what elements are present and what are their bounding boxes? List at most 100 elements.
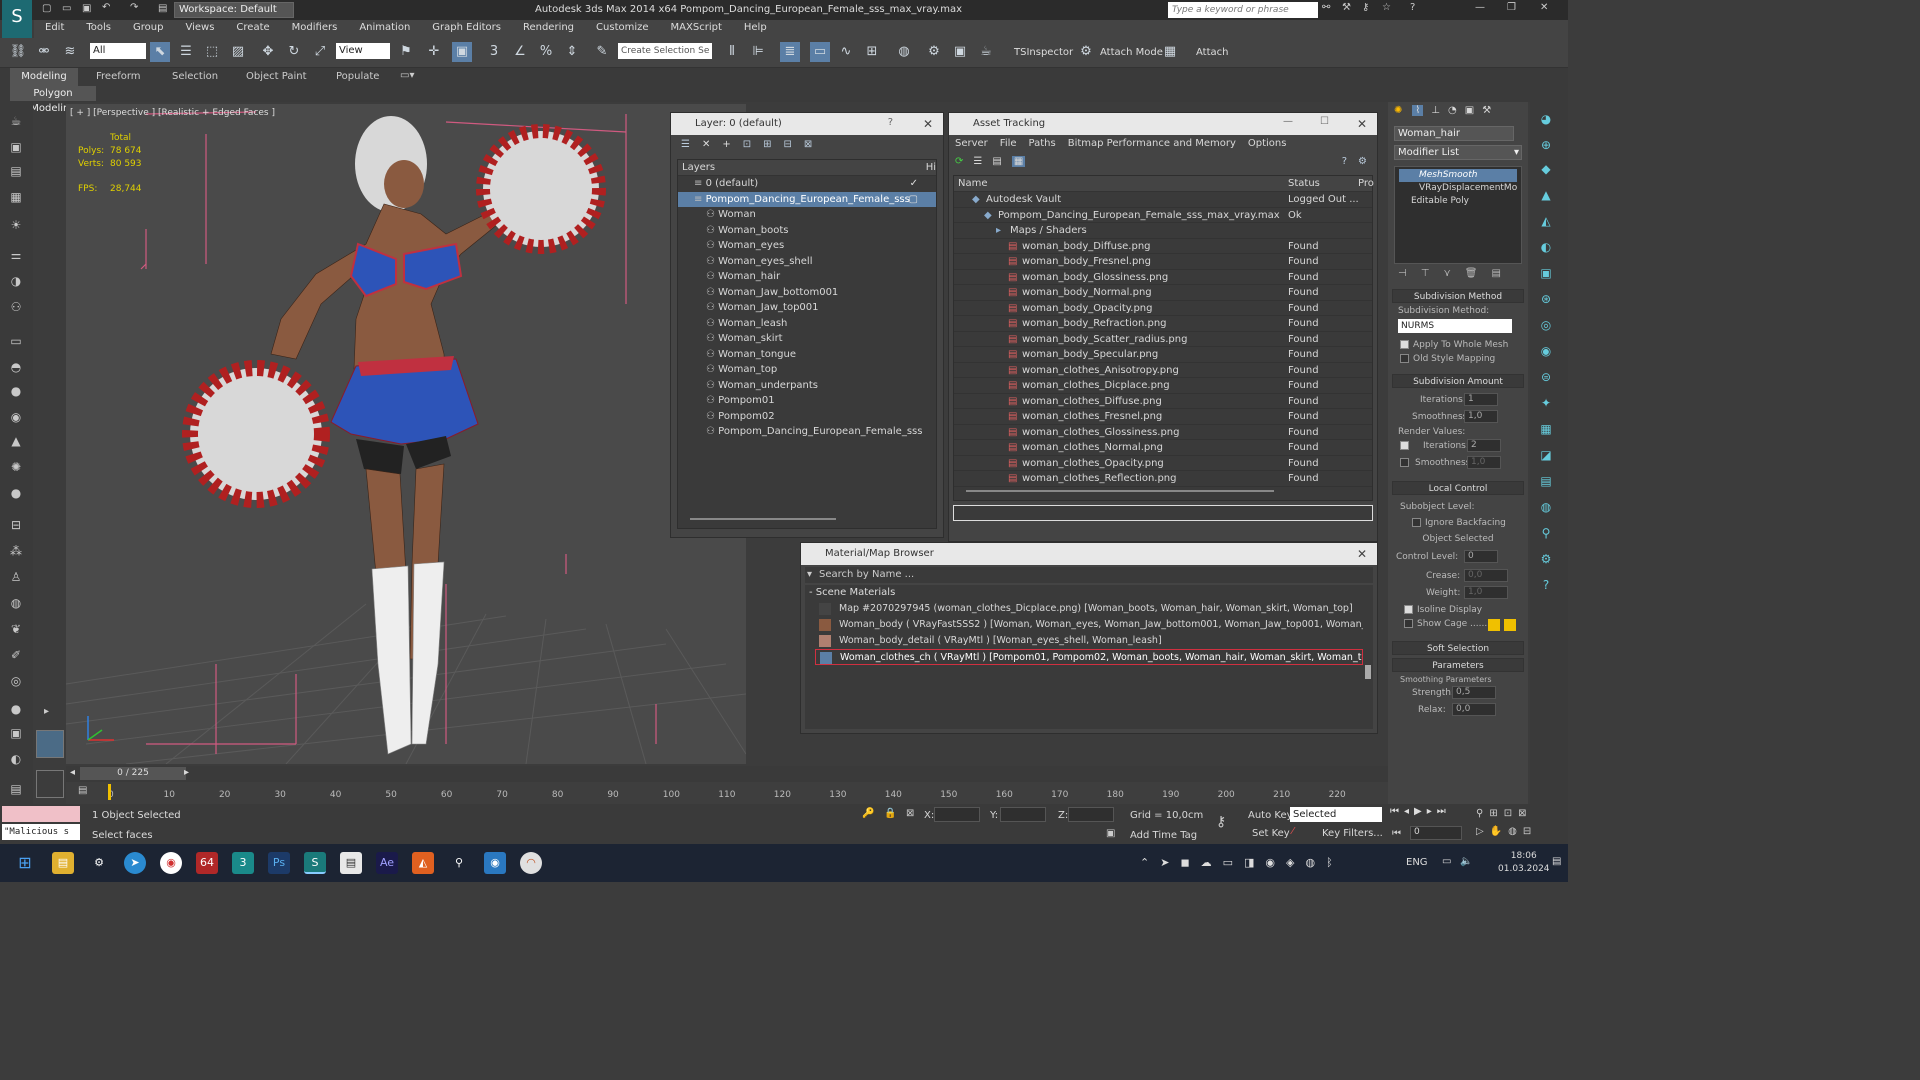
rotate-icon[interactable]: ↻: [284, 42, 304, 62]
asset-menu-paths[interactable]: Paths: [1029, 138, 1056, 149]
scene-materials-section[interactable]: - Scene Materials: [805, 585, 1373, 601]
binoculars-icon[interactable]: ⚯: [1322, 2, 1330, 13]
close-button[interactable]: ✕: [1540, 2, 1548, 13]
tab-object-paint[interactable]: Object Paint: [246, 71, 307, 82]
layers-column-header[interactable]: Layers: [682, 162, 715, 173]
layer-add-icon[interactable]: +: [722, 139, 730, 150]
time-next-icon[interactable]: ▸: [184, 767, 189, 778]
x-field[interactable]: [934, 807, 980, 822]
brave-icon[interactable]: ◭: [412, 852, 434, 874]
right-tool-18-icon[interactable]: ⚙: [1536, 552, 1556, 572]
material-item[interactable]: Woman_body ( VRayFastSSS2 ) [Woman, Woma…: [815, 617, 1363, 633]
z-field[interactable]: [1068, 807, 1114, 822]
move-icon[interactable]: ✥: [258, 42, 278, 62]
telegram-icon[interactable]: ➤: [124, 852, 146, 874]
asset-row[interactable]: ▤ woman_body_Opacity.png Found: [954, 301, 1372, 316]
layer-manager-icon[interactable]: ≣: [780, 42, 800, 62]
curve-editor-icon[interactable]: ∿: [836, 42, 856, 62]
light-icon[interactable]: ☀: [6, 218, 26, 238]
time-slider[interactable]: ◂ 0 / 225 ▸: [66, 766, 1388, 782]
spinner-snap-icon[interactable]: ⇕: [562, 42, 582, 62]
smoothness-spinner[interactable]: 1,0: [1464, 410, 1498, 423]
key-filters-button[interactable]: Key Filters...: [1322, 828, 1383, 839]
menu-animation[interactable]: Animation: [348, 20, 421, 35]
pan-icon[interactable]: ✋: [1490, 826, 1508, 837]
layer-delete-icon[interactable]: ✕: [702, 139, 710, 150]
dome-icon[interactable]: ◓: [6, 360, 26, 380]
asset-row[interactable]: ◆ Autodesk Vault Logged Out ...: [954, 192, 1372, 208]
auto-key-button[interactable]: Auto Key: [1248, 810, 1293, 821]
matbrowser-vscrollbar[interactable]: [1365, 665, 1371, 679]
layer-item[interactable]: ≡ 0 (default) ✓: [678, 176, 936, 192]
stack-meshsmooth[interactable]: MeshSmooth: [1399, 169, 1517, 182]
relax-spinner[interactable]: 0,0: [1452, 703, 1496, 716]
tray-chevron-icon[interactable]: ⌃: [1140, 856, 1160, 869]
app-icon[interactable]: ◠: [520, 852, 542, 874]
render-iterations-spinner[interactable]: 2: [1467, 439, 1501, 452]
current-frame-field[interactable]: 0: [1410, 826, 1462, 840]
right-tool-10-icon[interactable]: ◉: [1536, 344, 1556, 364]
figure-icon[interactable]: ♙: [6, 570, 26, 590]
rect-selection-icon[interactable]: ⬚: [202, 42, 222, 62]
save-icon[interactable]: ▣: [82, 3, 91, 14]
image-icon[interactable]: ▣: [6, 140, 26, 160]
crease-spinner[interactable]: 0,0: [1464, 569, 1508, 582]
maxscript-listener[interactable]: "Malicious s: [2, 824, 80, 840]
scale-icon[interactable]: ⤢: [310, 42, 330, 62]
right-tool-13-icon[interactable]: ▦: [1536, 422, 1556, 442]
iterations-spinner[interactable]: 1: [1464, 393, 1498, 406]
key-mode-dropdown[interactable]: Selected: [1290, 807, 1382, 822]
asset-row[interactable]: ▤ woman_body_Glossiness.png Found: [954, 270, 1372, 285]
pivot-icon[interactable]: ⚑: [396, 42, 416, 62]
right-tool-16-icon[interactable]: ◍: [1536, 500, 1556, 520]
asset-hscrollbar[interactable]: [966, 490, 1274, 492]
layer-create-icon[interactable]: ☰: [681, 139, 690, 150]
start-button[interactable]: ⊞: [14, 852, 36, 874]
menu-create[interactable]: Create: [225, 20, 280, 35]
chrome-icon[interactable]: ◉: [160, 852, 182, 874]
tab-selection[interactable]: Selection: [172, 71, 218, 82]
zoom-extents-icon[interactable]: ⊡: [1504, 808, 1518, 819]
menu-help[interactable]: Help: [733, 20, 778, 35]
layer-item[interactable]: ⚇ Woman_tongue: [678, 347, 936, 363]
undo-icon[interactable]: ↶: [102, 2, 110, 13]
tray-nvidia-icon[interactable]: ◉: [1265, 856, 1286, 869]
maximize-viewport-icon[interactable]: ⊟: [1523, 826, 1537, 837]
layer-hscrollbar[interactable]: [690, 518, 836, 520]
asset-menu-server[interactable]: Server: [955, 138, 988, 149]
layer-item[interactable]: ⚇ Woman_skirt: [678, 331, 936, 347]
asset-settings-icon[interactable]: ⚙: [1358, 156, 1367, 167]
app-logo-icon[interactable]: S: [2, 0, 32, 38]
layer-item[interactable]: ⚇ Pompom02: [678, 409, 936, 425]
show-cage-checkbox[interactable]: Show Cage ......: [1392, 615, 1524, 631]
asset-row[interactable]: ▤ woman_clothes_Glossiness.png Found: [954, 425, 1372, 440]
layer-item[interactable]: ≡ Pompom_Dancing_European_Female_sss ▢: [678, 191, 936, 207]
unlink-icon[interactable]: ⚮: [34, 42, 54, 62]
asset-menu-options[interactable]: Options: [1248, 138, 1287, 149]
set-key-mode-icon[interactable]: ⚷: [1216, 814, 1226, 830]
tray-cloud-icon[interactable]: ☁: [1201, 856, 1223, 869]
globe-icon[interactable]: ◍: [6, 596, 26, 616]
menu-tools[interactable]: Tools: [75, 20, 122, 35]
layer-item[interactable]: ⚇ Woman_underpants: [678, 378, 936, 394]
menu-edit[interactable]: Edit: [34, 20, 75, 35]
attach-mode-button[interactable]: Attach Mode: [1100, 47, 1163, 58]
right-tool-15-icon[interactable]: ▤: [1536, 474, 1556, 494]
show-end-result-icon[interactable]: ⊤: [1421, 268, 1430, 279]
menu-customize[interactable]: Customize: [585, 20, 660, 35]
tsinspector-button[interactable]: TSInspector: [1014, 47, 1073, 58]
time-prev-icon[interactable]: ◂: [70, 767, 75, 778]
menu-views[interactable]: Views: [174, 20, 225, 35]
right-tool-5-icon[interactable]: ◭: [1536, 214, 1556, 234]
named-selection-dropdown[interactable]: Create Selection Se: [618, 43, 712, 59]
configure-sets-icon[interactable]: ▤: [1491, 268, 1500, 279]
zoom-extents-all-icon[interactable]: ⊠: [1518, 808, 1532, 819]
right-tool-9-icon[interactable]: ◎: [1536, 318, 1556, 338]
subdiv-method-dropdown[interactable]: NURMS: [1398, 319, 1512, 333]
right-tool-6-icon[interactable]: ◐: [1536, 240, 1556, 260]
ribbon-options-icon[interactable]: ▭▾: [400, 70, 414, 81]
brush-icon[interactable]: ✐: [6, 648, 26, 668]
time-marker[interactable]: [108, 784, 111, 800]
asset-row[interactable]: ▤ woman_clothes_Normal.png Found: [954, 440, 1372, 456]
utilities-tab-icon[interactable]: ⚒: [1482, 105, 1491, 116]
